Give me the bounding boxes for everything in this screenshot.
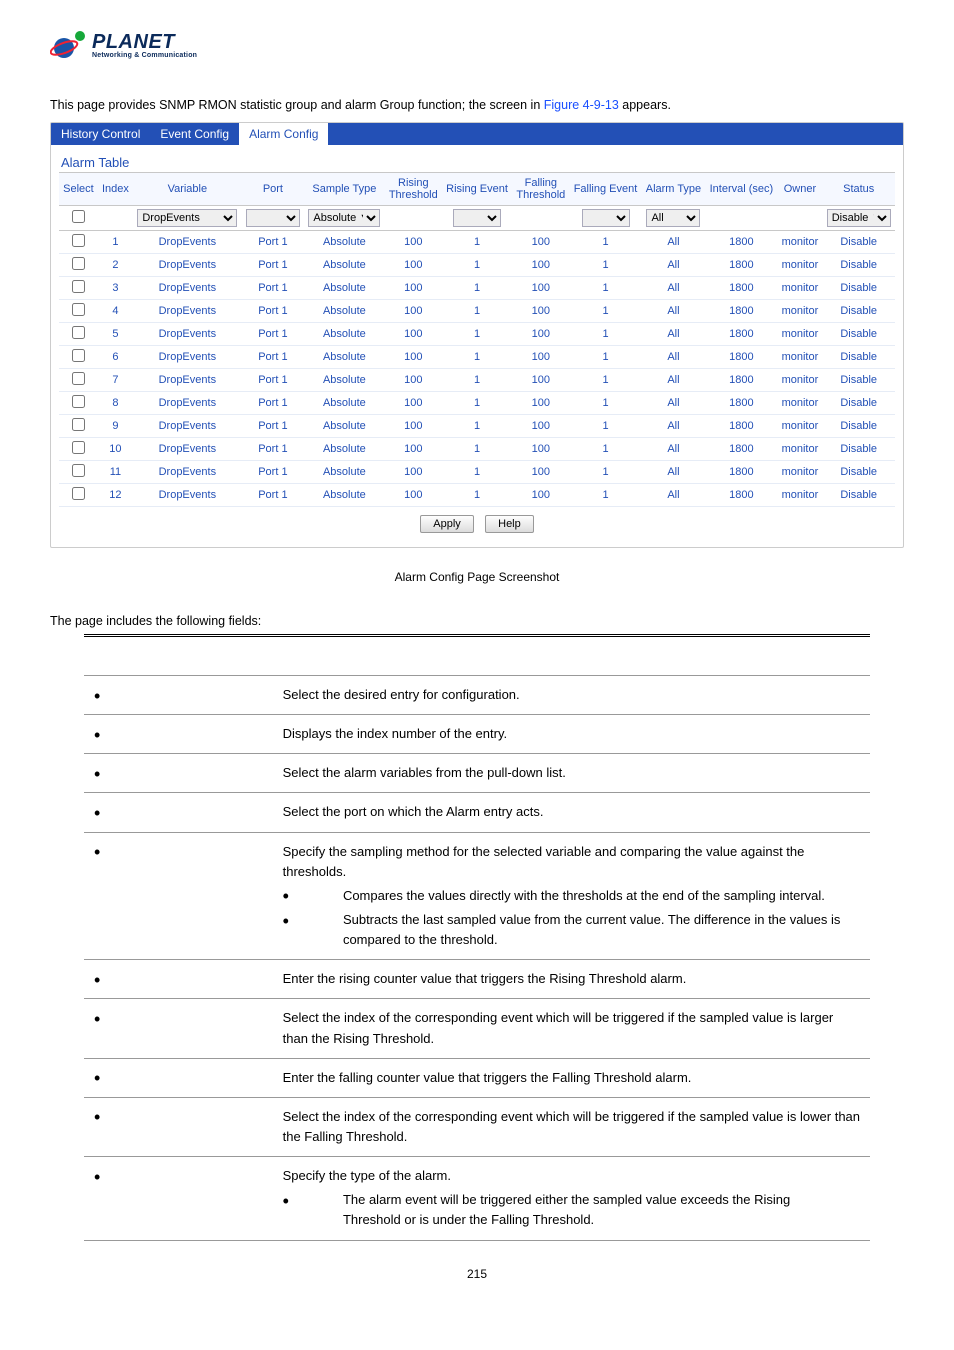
table-row: 7DropEventsPort 1Absolute10011001All1800… bbox=[59, 369, 895, 392]
logo: PLANET Networking & Communication bbox=[50, 28, 904, 62]
select-all-checkbox[interactable] bbox=[72, 210, 85, 223]
alarm-col: Variable bbox=[133, 173, 242, 206]
row-checkbox[interactable] bbox=[72, 234, 85, 247]
table-row: 3DropEventsPort 1Absolute10011001All1800… bbox=[59, 277, 895, 300]
spec-row: • IndexDisplays the index number of the … bbox=[84, 715, 870, 754]
alarm-col: Status bbox=[822, 173, 895, 206]
row-checkbox[interactable] bbox=[72, 303, 85, 316]
fields-spec-table: • SelectSelect the desired entry for con… bbox=[84, 634, 870, 1241]
figure-ref: Figure 4-9-13 bbox=[544, 98, 619, 112]
logo-tagline: Networking & Communication bbox=[92, 52, 197, 59]
alarm-col: Index bbox=[98, 173, 133, 206]
spec-row: • Falling ThresholdEnter the falling cou… bbox=[84, 1058, 870, 1097]
row-checkbox[interactable] bbox=[72, 372, 85, 385]
filter-select[interactable] bbox=[582, 209, 630, 227]
table-row: 11DropEventsPort 1Absolute10011001All180… bbox=[59, 461, 895, 484]
includes-heading: The page includes the following fields: bbox=[50, 614, 904, 628]
row-checkbox[interactable] bbox=[72, 349, 85, 362]
filter-select[interactable]: Disable ▼ bbox=[827, 209, 891, 227]
intro-text: This page provides SNMP RMON statistic g… bbox=[50, 98, 904, 112]
spec-row: • PortSelect the port on which the Alarm… bbox=[84, 793, 870, 832]
alarm-col: Alarm Type bbox=[642, 173, 706, 206]
screenshot-panel: History Control Event Config Alarm Confi… bbox=[50, 122, 904, 548]
col-desc bbox=[273, 636, 870, 676]
row-checkbox[interactable] bbox=[72, 257, 85, 270]
table-row: 5DropEventsPort 1Absolute10011001All1800… bbox=[59, 323, 895, 346]
filter-select[interactable]: Absolute ▼ bbox=[308, 209, 380, 227]
alarm-col: Select bbox=[59, 173, 98, 206]
tab-event-config[interactable]: Event Config bbox=[150, 123, 239, 145]
filter-select[interactable] bbox=[246, 209, 300, 227]
page-number: 215 bbox=[50, 1267, 904, 1281]
alarm-col: Sample Type bbox=[304, 173, 385, 206]
table-row: 2DropEventsPort 1Absolute10011001All1800… bbox=[59, 254, 895, 277]
filter-select[interactable]: All bbox=[646, 209, 700, 227]
spec-row: • Rising ThresholdEnter the rising count… bbox=[84, 960, 870, 999]
table-row: 6DropEventsPort 1Absolute10011001All1800… bbox=[59, 346, 895, 369]
row-checkbox[interactable] bbox=[72, 418, 85, 431]
spec-row: • VariableSelect the alarm variables fro… bbox=[84, 754, 870, 793]
table-row: 4DropEventsPort 1Absolute10011001All1800… bbox=[59, 300, 895, 323]
tab-history-control[interactable]: History Control bbox=[51, 123, 150, 145]
alarm-col: RisingThreshold bbox=[385, 173, 442, 206]
row-checkbox[interactable] bbox=[72, 441, 85, 454]
row-checkbox[interactable] bbox=[72, 326, 85, 339]
table-row: 12DropEventsPort 1Absolute10011001All180… bbox=[59, 484, 895, 507]
screenshot-caption: Alarm Config Page Screenshot bbox=[50, 570, 904, 584]
planet-logo-icon bbox=[50, 28, 90, 62]
alarm-col: Interval (sec) bbox=[705, 173, 777, 206]
spec-row: • Sample TypeSpecify the sampling method… bbox=[84, 832, 870, 960]
alarm-col: Port bbox=[242, 173, 304, 206]
logo-brand: PLANET bbox=[92, 32, 197, 52]
row-checkbox[interactable] bbox=[72, 280, 85, 293]
filter-select[interactable]: DropEvents bbox=[137, 209, 237, 227]
table-row: 9DropEventsPort 1Absolute10011001All1800… bbox=[59, 415, 895, 438]
row-checkbox[interactable] bbox=[72, 487, 85, 500]
spec-row: • SelectSelect the desired entry for con… bbox=[84, 676, 870, 715]
spec-row: • Alarm TypeSpecify the type of the alar… bbox=[84, 1157, 870, 1240]
alarm-table-title: Alarm Table bbox=[59, 155, 895, 170]
spec-row: • Rising EventSelect the index of the co… bbox=[84, 999, 870, 1058]
row-checkbox[interactable] bbox=[72, 464, 85, 477]
spec-row: • Falling EventSelect the index of the c… bbox=[84, 1097, 870, 1156]
alarm-col: Owner bbox=[777, 173, 822, 206]
table-row: 10DropEventsPort 1Absolute10011001All180… bbox=[59, 438, 895, 461]
alarm-col: Rising Event bbox=[442, 173, 512, 206]
tab-alarm-config[interactable]: Alarm Config bbox=[239, 123, 328, 145]
alarm-table: SelectIndexVariablePortSample TypeRising… bbox=[59, 172, 895, 507]
apply-button[interactable]: Apply bbox=[420, 515, 474, 533]
col-object bbox=[84, 636, 273, 676]
row-checkbox[interactable] bbox=[72, 395, 85, 408]
table-row: 8DropEventsPort 1Absolute10011001All1800… bbox=[59, 392, 895, 415]
alarm-col: Falling Event bbox=[569, 173, 641, 206]
alarm-col: FallingThreshold bbox=[512, 173, 569, 206]
help-button[interactable]: Help bbox=[485, 515, 534, 533]
filter-select[interactable] bbox=[453, 209, 501, 227]
table-row: 1DropEventsPort 1Absolute10011001All1800… bbox=[59, 231, 895, 254]
